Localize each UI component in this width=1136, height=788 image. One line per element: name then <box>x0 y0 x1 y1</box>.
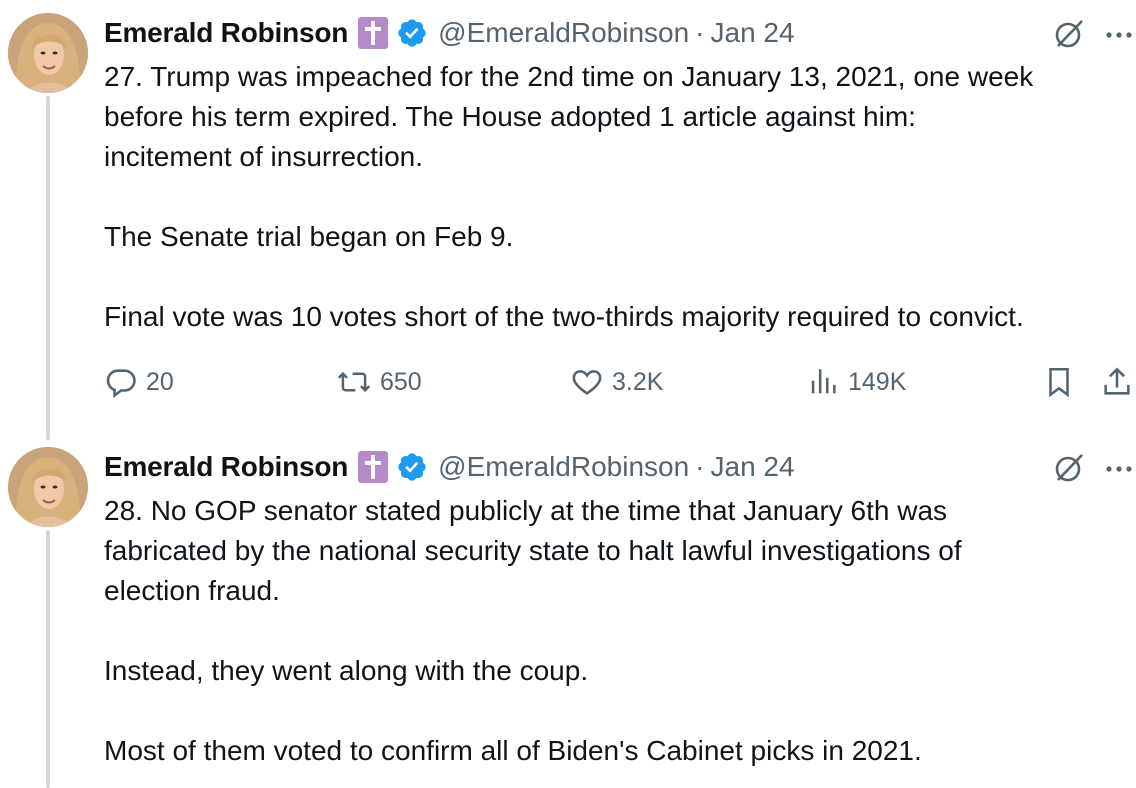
share-icon <box>1100 365 1134 399</box>
tweet-text-line: 28. No GOP senator stated publicly at th… <box>104 495 948 526</box>
more-icon[interactable] <box>1104 451 1134 485</box>
tweet-text-line: 27. Trump was impeached for the 2nd time… <box>104 61 1034 92</box>
like-count: 3.2K <box>612 367 664 396</box>
more-icon[interactable] <box>1104 17 1134 51</box>
views-count: 149K <box>848 367 907 396</box>
like-button[interactable]: 3.2K <box>570 362 663 402</box>
tweet-text-line: Instead, they went along with the coup. <box>104 655 589 686</box>
tweet-text-line: election fraud. <box>104 575 280 606</box>
tweet-text-line: incitement of insurrection. <box>104 141 424 172</box>
verified-badge-icon[interactable] <box>396 17 428 49</box>
tweet-header: Emerald Robinson @EmeraldRobinson · Jan … <box>104 13 795 53</box>
tweet-text-line: Most of them voted to confirm all of Bid… <box>104 735 922 766</box>
repost-count: 650 <box>380 367 422 396</box>
tweet-text: 28. No GOP senator stated publicly at th… <box>104 491 1134 771</box>
verified-badge-icon[interactable] <box>396 451 428 483</box>
tweet-actions-bar: 20 650 3.2K 149K <box>104 362 1136 402</box>
repost-icon <box>336 365 372 399</box>
reply-button[interactable]: 20 <box>104 362 174 402</box>
cross-icon <box>358 17 389 49</box>
author-handle[interactable]: @EmeraldRobinson <box>438 17 689 49</box>
grok-icon[interactable] <box>1052 451 1086 485</box>
tweet-corner-actions <box>1052 17 1134 51</box>
author-name[interactable]: Emerald Robinson <box>104 451 348 483</box>
avatar[interactable] <box>8 13 88 93</box>
tweet-text-line: Final vote was 10 votes short of the two… <box>104 301 1024 332</box>
avatar[interactable] <box>8 447 88 527</box>
share-button[interactable] <box>1100 362 1134 402</box>
tweet[interactable]: Emerald Robinson @EmeraldRobinson · Jan … <box>0 440 1136 788</box>
reply-count: 20 <box>146 367 174 396</box>
reply-icon <box>104 365 138 399</box>
tweet-date[interactable]: Jan 24 <box>711 17 795 49</box>
tweet-date[interactable]: Jan 24 <box>711 451 795 483</box>
tweet-text-line: before his term expired. The House adopt… <box>104 101 916 132</box>
separator-dot: · <box>695 451 705 482</box>
tweet-text-line: The Senate trial began on Feb 9. <box>104 221 514 252</box>
grok-icon[interactable] <box>1052 17 1086 51</box>
author-handle[interactable]: @EmeraldRobinson <box>438 451 689 483</box>
tweet-text: 27. Trump was impeached for the 2nd time… <box>104 57 1134 337</box>
views-button[interactable]: 149K <box>806 362 906 402</box>
author-name[interactable]: Emerald Robinson <box>104 17 348 49</box>
separator-dot: · <box>695 17 705 48</box>
tweet-text-line: fabricated by the national security stat… <box>104 535 962 566</box>
bookmark-button[interactable] <box>1042 362 1076 402</box>
tweet-header: Emerald Robinson @EmeraldRobinson · Jan … <box>104 447 795 487</box>
cross-icon <box>358 451 389 483</box>
heart-icon <box>570 365 604 399</box>
views-icon <box>806 365 840 399</box>
tweet-corner-actions <box>1052 451 1134 485</box>
repost-button[interactable]: 650 <box>336 362 422 402</box>
tweet[interactable]: Emerald Robinson @EmeraldRobinson · Jan … <box>0 0 1136 440</box>
bookmark-icon <box>1042 365 1076 399</box>
